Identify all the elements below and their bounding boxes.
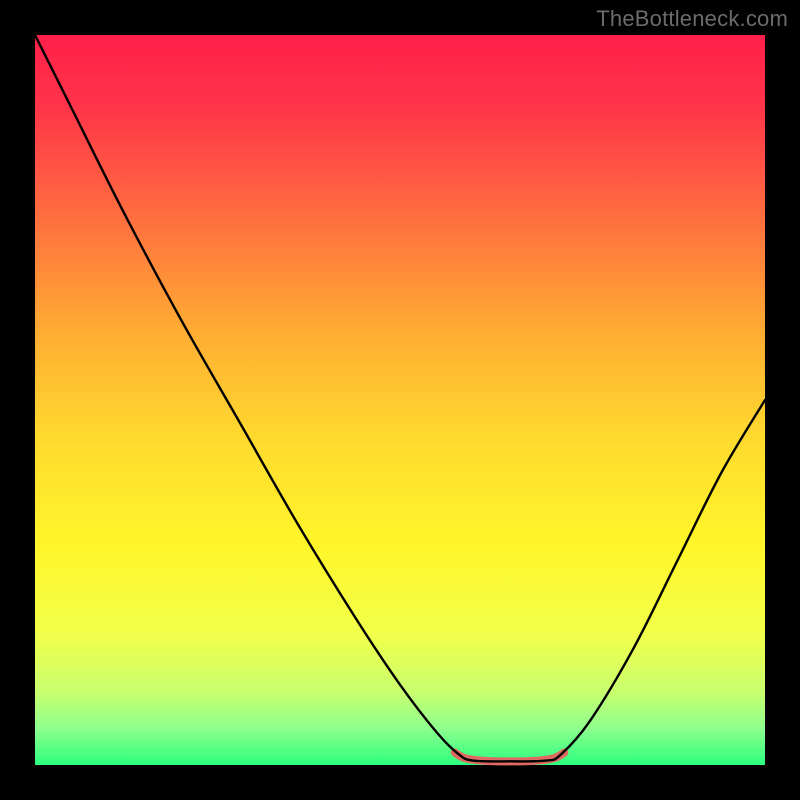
bottleneck-chart <box>0 0 800 800</box>
chart-frame: TheBottleneck.com <box>0 0 800 800</box>
plot-background <box>35 35 765 765</box>
watermark-text: TheBottleneck.com <box>596 6 788 32</box>
